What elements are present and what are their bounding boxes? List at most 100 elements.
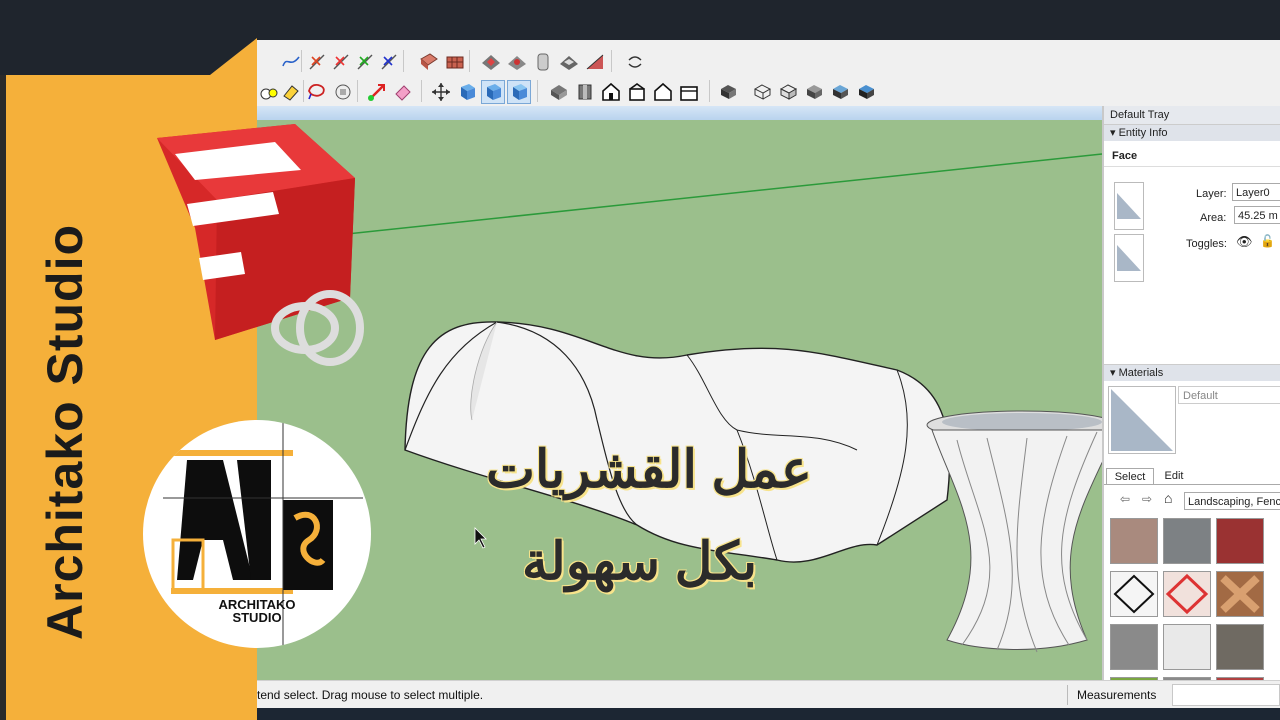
arabic-title-line-1: عمل القشريات <box>486 441 812 499</box>
back-view-icon[interactable] <box>651 80 675 104</box>
measurements-label: Measurements <box>1077 688 1157 702</box>
stamp-icon[interactable] <box>531 50 555 74</box>
material-library-select[interactable]: Landscaping, Fencing <box>1184 492 1280 510</box>
model-canvas <box>346 153 1102 653</box>
logo-text: ARCHITAKO STUDIO <box>187 598 327 624</box>
model-viewport[interactable] <box>257 120 1102 680</box>
viewport-title-strip <box>257 106 1102 120</box>
entity-info-header-label: Entity Info <box>1118 127 1168 139</box>
wireframe-icon[interactable] <box>751 80 775 104</box>
tab-divider <box>1104 484 1280 485</box>
eraser-icon[interactable] <box>279 80 303 104</box>
toolbar-separator <box>709 80 710 102</box>
measurements-field[interactable] <box>1172 684 1280 706</box>
back-arrow-icon[interactable]: ⇦ <box>1120 492 1130 506</box>
left-view-icon[interactable] <box>677 80 701 104</box>
entity-info-header[interactable]: ▾ Entity Info <box>1104 124 1280 141</box>
twisted-vase <box>926 410 1102 653</box>
material-swatch-wood-fence[interactable] <box>1110 624 1158 670</box>
eraser-pink-icon[interactable] <box>391 80 415 104</box>
blue-cube-icon[interactable] <box>455 80 479 104</box>
divider <box>1104 166 1280 167</box>
face-icon[interactable] <box>417 50 441 74</box>
material-swatch-wood-lattice[interactable] <box>1216 571 1264 617</box>
toolbar-row-2 <box>257 76 1280 106</box>
orbit-select-icon[interactable] <box>331 80 355 104</box>
toolbar-separator <box>469 50 470 72</box>
sketchup-logo-icon <box>157 124 364 366</box>
layer-select[interactable]: Layer0 <box>1232 183 1280 201</box>
axis-green-icon[interactable] <box>353 50 377 74</box>
materials-header-label: Materials <box>1118 367 1164 379</box>
paint-bucket-icon[interactable] <box>257 80 281 104</box>
smoove-icon[interactable] <box>505 50 529 74</box>
toolbar-row-1 <box>257 46 1280 76</box>
grid-face-icon[interactable] <box>443 50 467 74</box>
front-view-icon[interactable] <box>599 80 623 104</box>
pan-icon[interactable] <box>429 80 453 104</box>
entity-type: Face <box>1112 150 1138 162</box>
blue-cube-selected-icon[interactable] <box>481 80 505 104</box>
axis-blue-icon[interactable] <box>377 50 401 74</box>
home-icon[interactable]: ⌂ <box>1164 490 1172 506</box>
tab-edit[interactable]: Edit <box>1154 468 1194 484</box>
mouse-cursor <box>474 527 487 549</box>
toolbar-separator <box>303 80 304 102</box>
front-material-swatch[interactable] <box>1114 182 1144 230</box>
tray-title: Default Tray <box>1104 106 1280 124</box>
sidebar-corner <box>0 38 257 78</box>
toolbar-separator <box>537 80 538 102</box>
material-swatch-red-gravel[interactable] <box>1216 518 1264 564</box>
tray-toggle-icon[interactable] <box>623 50 647 74</box>
monochrome-icon[interactable] <box>855 80 879 104</box>
move-arrow-icon[interactable] <box>365 80 389 104</box>
freehand-icon[interactable] <box>279 50 303 74</box>
windows-taskbar <box>257 708 1280 720</box>
materials-header[interactable]: ▾ Materials <box>1104 364 1280 381</box>
sandbox-icon[interactable] <box>479 50 503 74</box>
flip-edge-icon[interactable] <box>583 50 607 74</box>
axis-x-icon[interactable] <box>305 50 329 74</box>
hidden-line-icon[interactable] <box>777 80 801 104</box>
logo-line-2: STUDIO <box>232 610 282 625</box>
material-swatch-red-lattice[interactable] <box>1163 571 1211 617</box>
eye-icon[interactable]: 👁 <box>1236 234 1253 250</box>
layer-label: Layer: <box>1196 188 1227 200</box>
forward-arrow-icon[interactable]: ⇨ <box>1142 492 1152 506</box>
brand-vertical-title: Architako Studio <box>37 223 93 640</box>
material-swatch-brick-paving[interactable] <box>1110 518 1158 564</box>
material-preview <box>1108 386 1176 454</box>
lasso-icon[interactable] <box>305 80 329 104</box>
status-divider <box>1067 685 1068 705</box>
toolbar-separator <box>301 50 302 72</box>
material-swatch-stone[interactable] <box>1163 518 1211 564</box>
xray-icon[interactable] <box>717 80 741 104</box>
shaded-icon[interactable] <box>803 80 827 104</box>
lock-icon[interactable]: 🔓 <box>1260 234 1275 248</box>
green-axis-line <box>346 153 1102 235</box>
iso-view-icon[interactable] <box>547 80 571 104</box>
default-tray: Default Tray ▾ Entity Info Face Layer: L… <box>1102 106 1280 708</box>
top-dark-bar <box>0 0 1280 40</box>
toolbar-separator <box>403 50 404 72</box>
material-swatch-grid <box>1110 518 1280 708</box>
tab-select[interactable]: Select <box>1106 468 1154 485</box>
blue-cube-alt-icon[interactable] <box>507 80 531 104</box>
status-bar: tend select. Drag mouse to select multip… <box>257 680 1280 708</box>
back-material-swatch[interactable] <box>1114 234 1144 282</box>
architako-logo: ARCHITAKO STUDIO <box>143 420 371 648</box>
textured-icon[interactable] <box>829 80 853 104</box>
arabic-title-line-2: بكل سهولة <box>522 533 758 591</box>
area-field: 45.25 m <box>1234 206 1280 224</box>
area-label: Area: <box>1200 212 1227 224</box>
top-view-icon[interactable] <box>573 80 597 104</box>
material-name-field[interactable]: Default <box>1178 386 1280 404</box>
right-view-icon[interactable] <box>625 80 649 104</box>
material-swatch-chain-link[interactable] <box>1110 571 1158 617</box>
drape-icon[interactable] <box>557 50 581 74</box>
axis-red-icon[interactable] <box>329 50 353 74</box>
sketchup-window: Default Tray ▾ Entity Info Face Layer: L… <box>257 40 1280 708</box>
material-swatch-white-fence[interactable] <box>1163 624 1211 670</box>
toggles-label: Toggles: <box>1186 238 1227 250</box>
material-swatch-shingles[interactable] <box>1216 624 1264 670</box>
